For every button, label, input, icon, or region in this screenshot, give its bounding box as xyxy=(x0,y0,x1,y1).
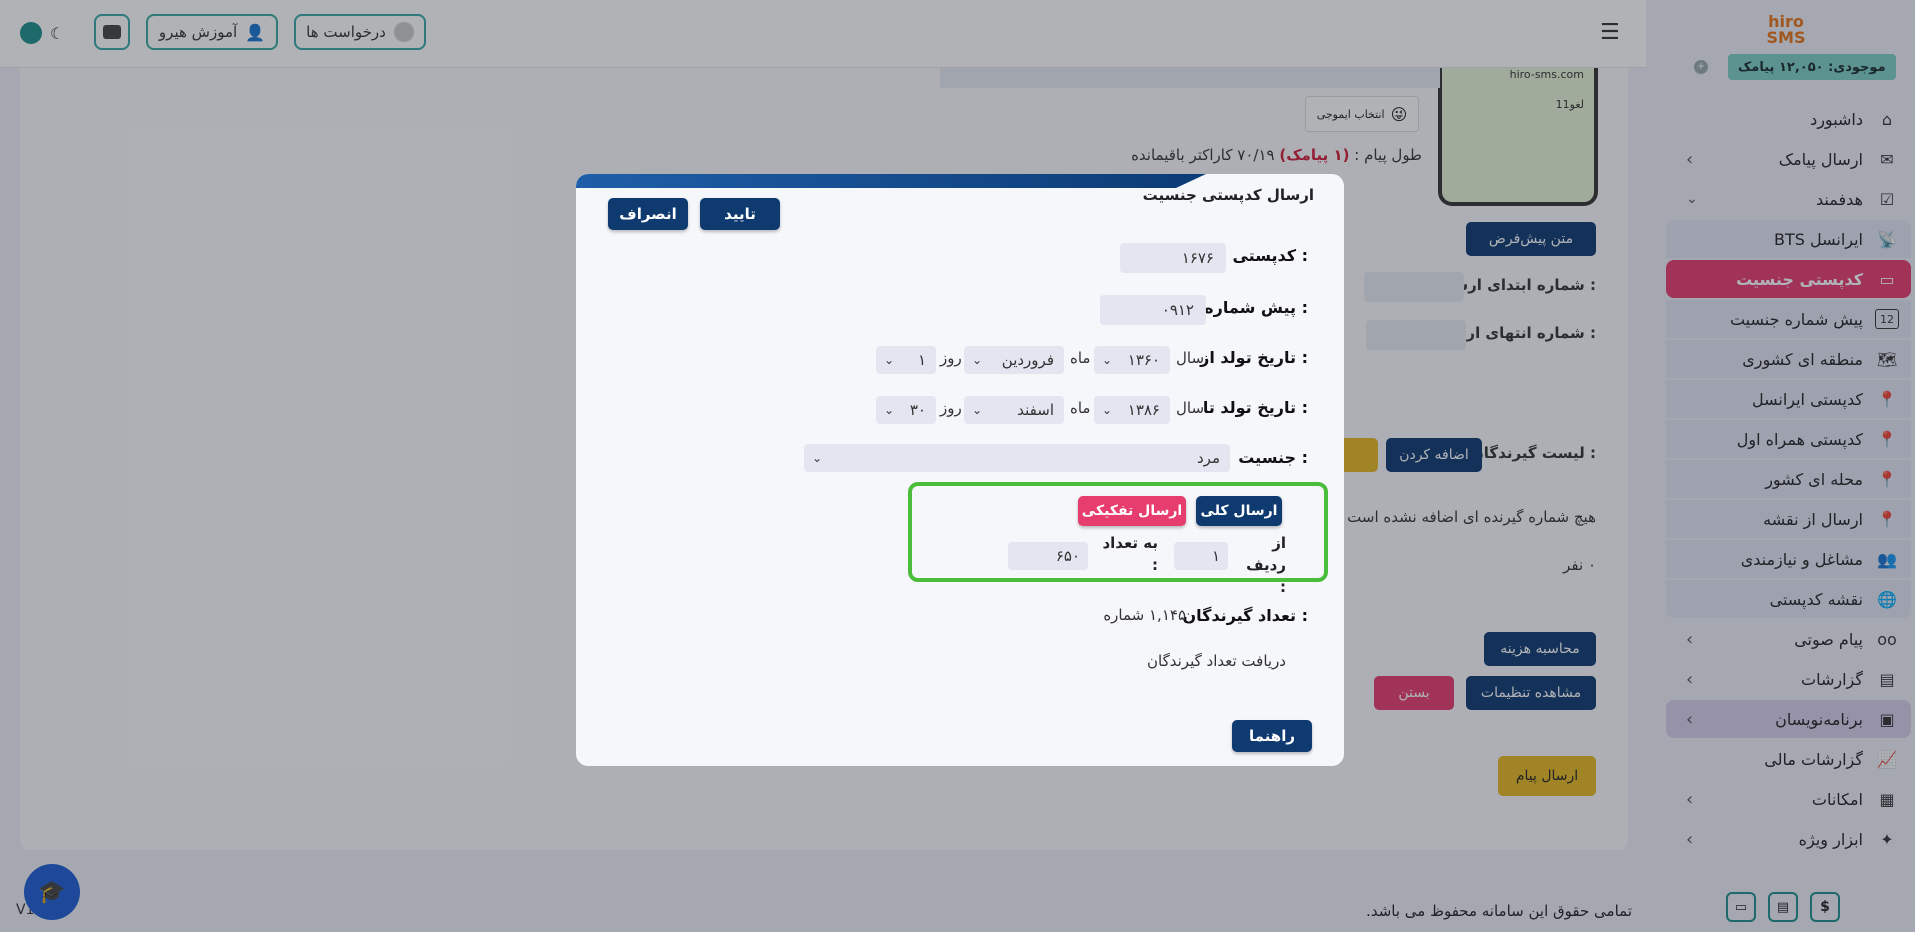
to-year-select[interactable]: ⌄ ۱۳۸۶ xyxy=(1094,396,1170,424)
from-year-value: ۱۳۶۰ xyxy=(1127,351,1160,369)
split-send-box: ارسال کلی ارسال تفکیکی از ردیف : ۱ به تع… xyxy=(908,482,1328,596)
chevron-down-icon: ⌄ xyxy=(1102,353,1113,367)
count-input[interactable]: ۶۵۰ xyxy=(1008,542,1088,570)
send-split-label: ارسال تفکیکی xyxy=(1081,503,1183,519)
from-month-value: فروردین xyxy=(1001,351,1054,369)
cancel-button[interactable]: انصراف xyxy=(608,198,688,230)
to-year-word: سال xyxy=(1176,399,1205,417)
to-month-select[interactable]: ⌄ اسفند xyxy=(964,396,1064,424)
cancel-label: انصراف xyxy=(619,205,677,223)
to-day-select[interactable]: ⌄ ۳۰ xyxy=(876,396,936,424)
gender-label: جنسیت : xyxy=(1238,448,1308,467)
prefix-label: پیش شماره : xyxy=(1204,298,1308,317)
birth-from-label: تاریخ تولد از : xyxy=(1200,348,1308,367)
send-all-button[interactable]: ارسال کلی xyxy=(1196,496,1282,526)
chevron-down-icon: ⌄ xyxy=(884,353,895,367)
from-day-word: روز xyxy=(940,349,962,367)
gender-value: مرد xyxy=(1197,449,1220,467)
postal-label: کدپستی : xyxy=(1232,246,1308,265)
send-split-button[interactable]: ارسال تفکیکی xyxy=(1078,496,1186,526)
send-all-label: ارسال کلی xyxy=(1200,503,1278,519)
count-label: به تعداد : xyxy=(1102,534,1158,574)
postal-input[interactable]: ۱۶۷۶ xyxy=(1120,243,1226,273)
from-day-select[interactable]: ⌄ ۱ xyxy=(876,346,936,374)
from-row-input[interactable]: ۱ xyxy=(1174,542,1228,570)
chevron-down-icon: ⌄ xyxy=(812,451,823,465)
from-month-select[interactable]: ⌄ فروردین xyxy=(964,346,1064,374)
chevron-down-icon: ⌄ xyxy=(972,353,983,367)
recipient-count-value: ۱,۱۴۵ شماره xyxy=(1103,606,1186,624)
chevron-down-icon: ⌄ xyxy=(972,403,983,417)
confirm-label: تایید xyxy=(724,205,756,223)
postal-gender-modal: ارسال کدپستی جنسیت تایید انصراف کدپستی :… xyxy=(576,174,1344,766)
modal-top-bar xyxy=(576,174,1206,188)
modal-title: ارسال کدپستی جنسیت xyxy=(1142,186,1314,204)
get-count-link[interactable]: دریافت تعداد گیرندگان xyxy=(1147,652,1286,670)
from-year-word: سال xyxy=(1176,349,1205,367)
to-day-word: روز xyxy=(940,399,962,417)
to-day-value: ۳۰ xyxy=(909,401,926,419)
birth-to-label: تاریخ تولد تا : xyxy=(1202,398,1308,417)
from-row-label: از ردیف : xyxy=(1246,534,1286,596)
from-day-value: ۱ xyxy=(917,351,926,369)
from-month-word: ماه xyxy=(1070,349,1091,367)
to-month-word: ماه xyxy=(1070,399,1091,417)
prefix-input[interactable]: ۰۹۱۲ xyxy=(1100,295,1206,325)
recipient-count-label: تعداد گیرندگان : xyxy=(1182,606,1308,625)
gender-select[interactable]: ⌄ مرد xyxy=(804,444,1230,472)
help-label: راهنما xyxy=(1249,727,1295,745)
to-year-value: ۱۳۸۶ xyxy=(1127,401,1160,419)
chevron-down-icon: ⌄ xyxy=(1102,403,1113,417)
confirm-button[interactable]: تایید xyxy=(700,198,780,230)
chevron-down-icon: ⌄ xyxy=(884,403,895,417)
help-button[interactable]: راهنما xyxy=(1232,720,1312,752)
to-month-value: اسفند xyxy=(1017,401,1054,419)
from-year-select[interactable]: ⌄ ۱۳۶۰ xyxy=(1094,346,1170,374)
